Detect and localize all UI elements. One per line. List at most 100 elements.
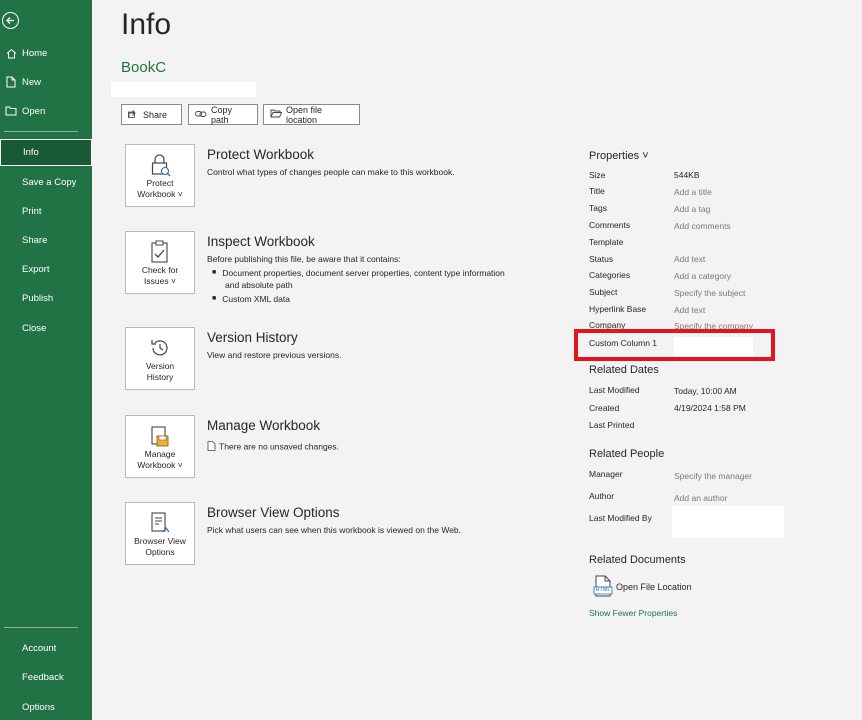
open-file-location-link[interactable]: Open File Location: [616, 582, 692, 592]
nav-options-label: Options: [22, 701, 55, 713]
browser-view-options-desc: Pick what users can see when this workbo…: [207, 525, 462, 535]
browser-view-card-line1: Browser View: [134, 536, 186, 546]
inspect-workbook-title: Inspect Workbook: [207, 234, 315, 249]
page-title: Info: [121, 8, 172, 41]
prop-value-last-modified: Today, 10:00 AM: [674, 386, 737, 396]
nav-home-label: Home: [22, 47, 48, 59]
prop-label-last-modified-by: Last Modified By: [589, 513, 652, 523]
bullet-text: Document properties, document server pro…: [222, 268, 505, 278]
history-clock-icon: [149, 335, 171, 361]
html-badge-text: HTML: [595, 587, 611, 593]
sidebar-divider: [4, 131, 78, 132]
prop-value-tags[interactable]: Add a tag: [674, 204, 710, 214]
prop-value-hyperlink-base[interactable]: Add text: [674, 305, 705, 315]
nav-open[interactable]: Open: [0, 98, 92, 124]
copy-path-button[interactable]: Copy path: [188, 104, 258, 125]
prop-value-author[interactable]: Add an author: [674, 493, 727, 503]
nav-feedback[interactable]: Feedback: [0, 664, 92, 690]
nav-publish[interactable]: Publish: [0, 285, 92, 311]
show-fewer-properties-link[interactable]: Show Fewer Properties: [589, 608, 677, 618]
prop-label-hyperlink-base: Hyperlink Base: [589, 304, 647, 314]
prop-value-title[interactable]: Add a title: [674, 187, 712, 197]
version-history-desc: View and restore previous versions.: [207, 350, 342, 360]
prop-value-comments[interactable]: Add comments: [674, 221, 731, 231]
prop-label-last-modified: Last Modified: [589, 385, 640, 395]
manage-workbook-title: Manage Workbook: [207, 418, 321, 433]
version-history-card-line2: History: [146, 372, 174, 382]
back-arrow-icon[interactable]: [2, 12, 19, 29]
inspect-workbook-desc: Before publishing this file, be aware th…: [207, 254, 401, 264]
copy-path-label: Copy path: [211, 104, 233, 125]
version-history-title: Version History: [207, 330, 298, 345]
manage-workbook-desc: There are no unsaved changes.: [207, 441, 339, 453]
nav-close-label: Close: [22, 322, 47, 334]
nav-export-label: Export: [22, 263, 50, 275]
folder-icon: [0, 106, 22, 116]
version-history-card-line1: Version: [145, 361, 175, 371]
nav-account-label: Account: [22, 642, 57, 654]
version-history-button[interactable]: Version History: [125, 327, 195, 390]
inspect-bullet-list: ■ Document properties, document server pr…: [212, 267, 505, 305]
protect-workbook-title: Protect Workbook: [207, 147, 315, 162]
prop-value-size: 544KB: [674, 170, 700, 180]
nav-save-a-copy-label: Save a Copy: [22, 176, 77, 188]
bullet-text-continued: and absolute path: [225, 280, 293, 290]
properties-header[interactable]: Properties ˅: [589, 150, 649, 162]
related-people-header: Related People: [589, 448, 665, 460]
prop-label-last-printed: Last Printed: [589, 420, 635, 430]
prop-label-manager: Manager: [589, 469, 623, 479]
last-modified-by-field: [672, 506, 784, 538]
nav-publish-label: Publish: [22, 292, 54, 304]
nav-new[interactable]: New: [0, 69, 92, 95]
nav-account[interactable]: Account: [0, 635, 92, 661]
nav-share-label: Share: [22, 234, 48, 246]
nav-save-a-copy[interactable]: Save a Copy: [0, 169, 92, 195]
prop-label-status: Status: [589, 254, 614, 264]
prop-value-categories[interactable]: Add a category: [674, 271, 731, 281]
prop-label-template: Template: [589, 237, 624, 247]
open-file-location-button[interactable]: Open file location: [263, 104, 360, 125]
related-documents-header: Related Documents: [589, 554, 686, 566]
prop-value-manager[interactable]: Specify the manager: [674, 471, 752, 481]
list-item: ■ Document properties, document server pr…: [212, 268, 505, 278]
lock-icon: [149, 152, 171, 178]
prop-value-created: 4/19/2024 1:58 PM: [674, 403, 746, 413]
backstage-sidebar: Home New Open Info Save a Copy Print Sha…: [0, 0, 92, 720]
browser-view-options-button[interactable]: Browser View Options: [125, 502, 195, 565]
sidebar-divider-bottom: [4, 627, 78, 628]
link-icon: [195, 110, 207, 120]
nav-close[interactable]: Close: [0, 315, 92, 341]
prop-label-subject: Subject: [589, 287, 618, 297]
prop-label-comments: Comments: [589, 220, 631, 230]
nav-export[interactable]: Export: [0, 256, 92, 282]
prop-value-status[interactable]: Add text: [674, 254, 705, 264]
nav-print[interactable]: Print: [0, 198, 92, 224]
checklist-icon: [150, 239, 170, 265]
manage-workbook-button[interactable]: Manage Workbook ˅: [125, 415, 195, 478]
list-item: ■ Custom XML data: [212, 294, 290, 304]
share-button[interactable]: Share: [121, 104, 182, 125]
document-icon: [207, 441, 216, 453]
protect-workbook-desc: Control what types of changes people can…: [207, 167, 455, 177]
prop-value-subject[interactable]: Specify the subject: [674, 288, 745, 298]
prop-label-created: Created: [589, 403, 620, 413]
related-dates-header: Related Dates: [589, 364, 659, 376]
nav-info[interactable]: Info: [0, 139, 92, 166]
nav-info-label: Info: [23, 147, 39, 158]
nav-home[interactable]: Home: [0, 40, 92, 66]
manage-workbook-icon: [149, 423, 171, 449]
new-file-icon: [0, 76, 22, 88]
nav-print-label: Print: [22, 205, 42, 217]
workbook-name: BookC: [121, 59, 167, 76]
open-file-location-label: Open file location: [286, 104, 323, 125]
file-path-field: [111, 82, 256, 97]
highlight-box: [574, 329, 775, 361]
nav-new-label: New: [22, 76, 42, 88]
check-for-issues-button[interactable]: Check for Issues ˅: [125, 231, 195, 294]
protect-workbook-card-line2: Workbook ˅: [137, 189, 183, 199]
nav-options[interactable]: Options: [0, 694, 92, 720]
nav-share[interactable]: Share: [0, 227, 92, 253]
protect-workbook-button[interactable]: Protect Workbook ˅: [125, 144, 195, 207]
home-icon: [0, 48, 22, 59]
html-document-icon: HTML: [593, 575, 613, 597]
